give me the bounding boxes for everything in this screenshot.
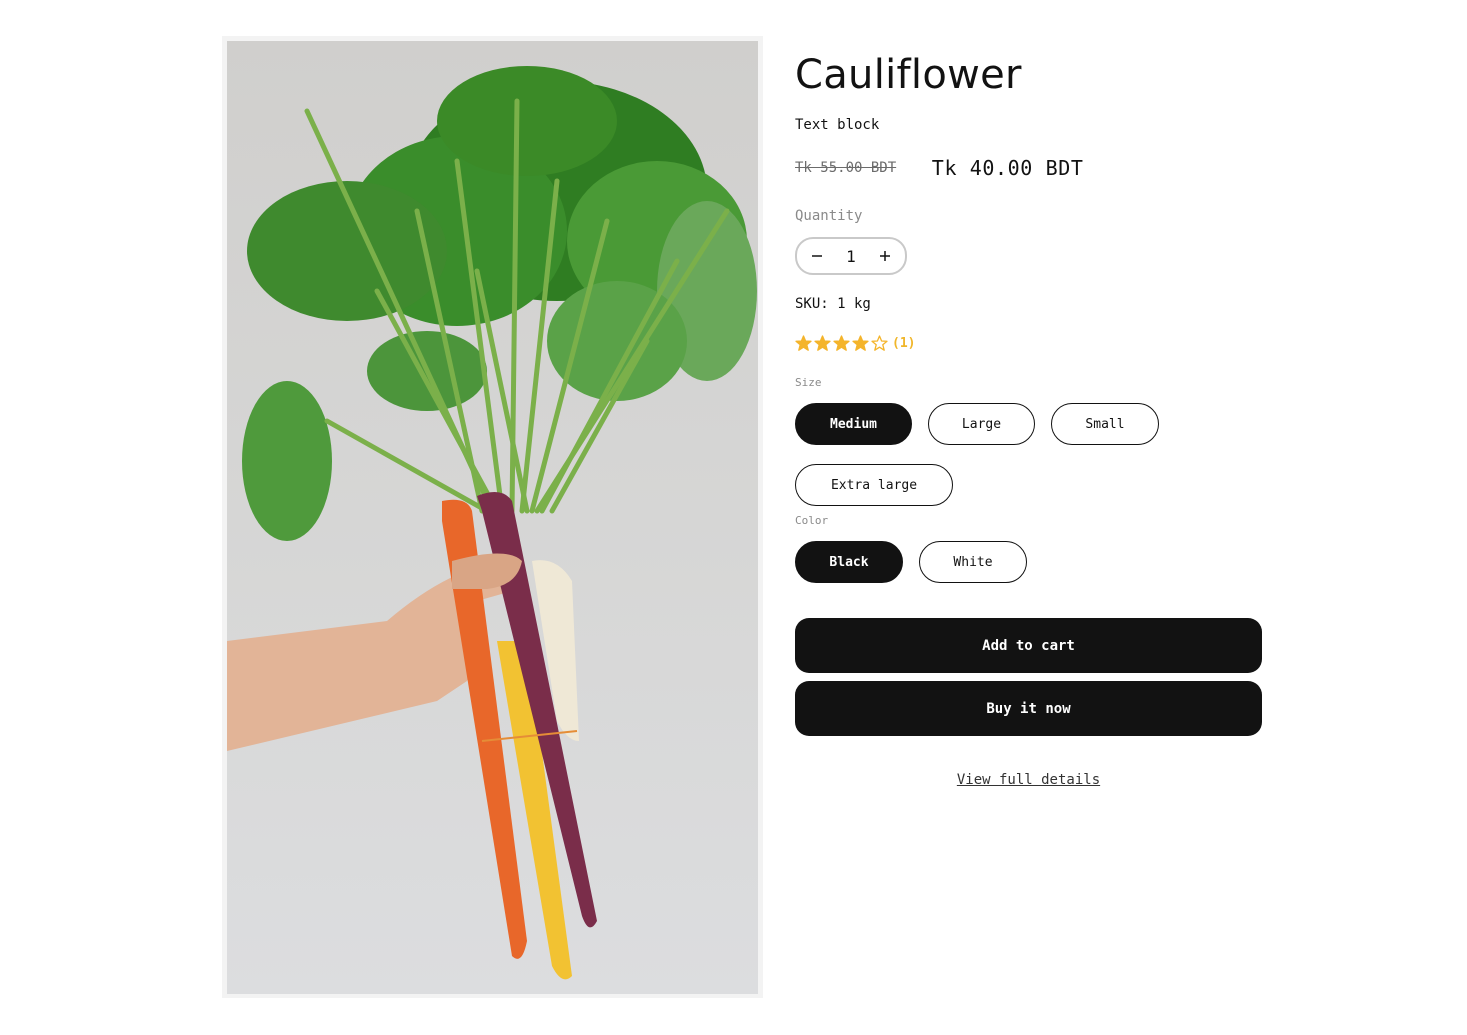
size-option-medium[interactable]: Medium: [795, 403, 912, 445]
star-filled-icon: [833, 335, 850, 351]
color-option-white[interactable]: White: [919, 541, 1027, 583]
star-filled-icon: [852, 335, 869, 351]
product-media-frame: [222, 36, 763, 998]
quantity-decrease-button[interactable]: [797, 239, 837, 273]
star-filled-icon: [795, 335, 812, 351]
size-option-small[interactable]: Small: [1051, 403, 1159, 445]
plus-icon: [880, 251, 890, 261]
star-filled-icon: [814, 335, 831, 351]
add-to-cart-button[interactable]: Add to cart: [795, 618, 1262, 673]
star-empty-icon: [871, 335, 888, 351]
rating-count[interactable]: (1): [892, 336, 915, 351]
star-rating: (1): [795, 335, 915, 352]
price: Tk 55.00 BDT Tk 40.00 BDT: [795, 156, 1084, 180]
sku: SKU: 1 kg: [795, 296, 871, 312]
sale-price: Tk 40.00 BDT: [931, 156, 1084, 180]
text-block: Text block: [795, 117, 880, 133]
quantity-label: Quantity: [795, 208, 863, 224]
size-option-large[interactable]: Large: [928, 403, 1035, 445]
quantity-stepper: [795, 237, 907, 275]
buy-it-now-button[interactable]: Buy it now: [795, 681, 1262, 736]
product-image[interactable]: [227, 41, 758, 994]
compare-at-price: Tk 55.00 BDT: [795, 160, 897, 176]
carrots-illustration: [227, 66, 757, 980]
quantity-increase-button[interactable]: [865, 239, 905, 273]
color-label: Color: [795, 514, 829, 527]
size-option-extra-large[interactable]: Extra large: [795, 464, 953, 506]
quantity-input[interactable]: [839, 246, 863, 266]
minus-icon: [812, 255, 822, 257]
product-title: Cauliflower: [795, 52, 1022, 98]
size-label: Size: [795, 376, 822, 389]
view-full-details-link[interactable]: View full details: [795, 772, 1262, 788]
rating-stars: [795, 335, 890, 352]
color-option-black[interactable]: Black: [795, 541, 903, 583]
